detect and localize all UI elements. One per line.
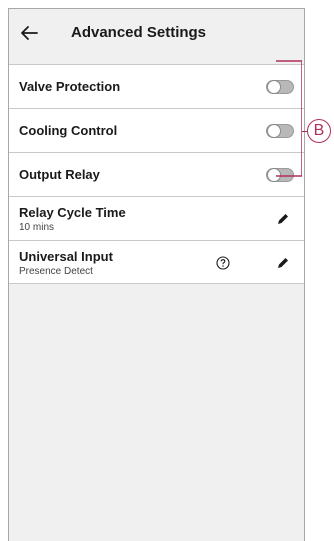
setting-label: Universal Input [19,249,113,264]
setting-label: Relay Cycle Time [19,205,126,220]
setting-row-universal-input[interactable]: Universal Input Presence Detect [9,240,304,284]
setting-row-valve-protection: Valve Protection [9,64,304,108]
page-title: Advanced Settings [71,24,207,41]
setting-row-output-relay: Output Relay [9,152,304,196]
settings-list: Valve Protection Cooling Control Output … [9,64,304,284]
pencil-edit-icon[interactable] [276,256,290,270]
back-arrow-icon[interactable] [19,23,39,43]
setting-value: 10 mins [19,222,55,233]
help-question-icon[interactable] [216,256,230,270]
setting-row-cooling-control: Cooling Control [9,108,304,152]
app-header: Advanced Settings [9,9,304,57]
pencil-edit-icon[interactable] [276,212,290,226]
setting-label: Cooling Control [19,123,118,138]
callout-badge: B [307,119,331,143]
phone-screen: Advanced Settings Valve Protection Cooli… [8,8,305,541]
setting-label: Output Relay [19,167,100,182]
setting-label: Valve Protection [19,79,121,94]
setting-value: Presence Detect [19,266,93,277]
callout-bracket [276,60,302,177]
setting-row-relay-cycle-time[interactable]: Relay Cycle Time 10 mins [9,196,304,240]
